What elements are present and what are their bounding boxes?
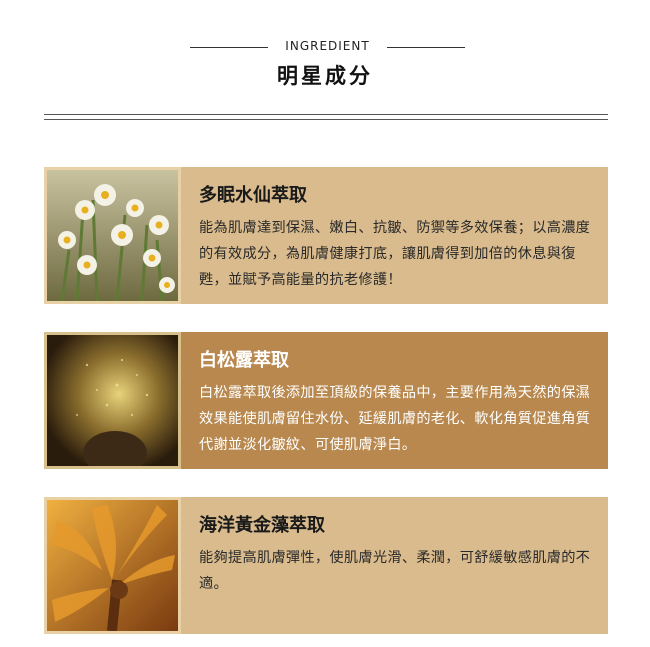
section-header: INGREDIENT 明星成分 [0, 0, 650, 130]
ingredient-card-golden-algae: 海洋黃金藻萃取 能夠提高肌膚彈性，使肌膚光滑、柔潤，可舒緩敏感肌膚的不適。 [44, 497, 608, 634]
ingredient-description: 能為肌膚達到保濕、嫩白、抗皺、防禦等多效保養；以高濃度的有效成分，為肌膚健康打底… [199, 220, 591, 288]
ingredient-card-narcissus: 多眠水仙萃取 能為肌膚達到保濕、嫩白、抗皺、防禦等多效保養；以高濃度的有效成分，… [44, 167, 608, 304]
ingredient-name: 海洋黃金藻萃取 [199, 515, 325, 536]
section-title: 明星成分 [277, 64, 373, 88]
header-rule-bottom [44, 119, 608, 120]
ingredient-name: 白松露萃取 [199, 350, 289, 371]
narcissus-photo [44, 167, 181, 304]
header-rule-top [44, 114, 608, 115]
ingredient-name: 多眠水仙萃取 [199, 185, 307, 206]
ingredient-description: 白松露萃取後添加至頂級的保養品中，主要作用為天然的保濕效果能使肌膚留住水份、延緩… [199, 385, 591, 453]
eyebrow-divider-left [190, 47, 268, 48]
ingredient-card-white-truffle: 白松露萃取 白松露萃取後添加至頂級的保養品中，主要作用為天然的保濕效果能使肌膚留… [44, 332, 608, 469]
section-eyebrow: INGREDIENT [285, 39, 370, 53]
eyebrow-divider-right [387, 47, 465, 48]
ingredient-description: 能夠提高肌膚彈性，使肌膚光滑、柔潤，可舒緩敏感肌膚的不適。 [199, 550, 591, 592]
golden-algae-photo [44, 497, 181, 634]
white-truffle-photo [44, 332, 181, 469]
